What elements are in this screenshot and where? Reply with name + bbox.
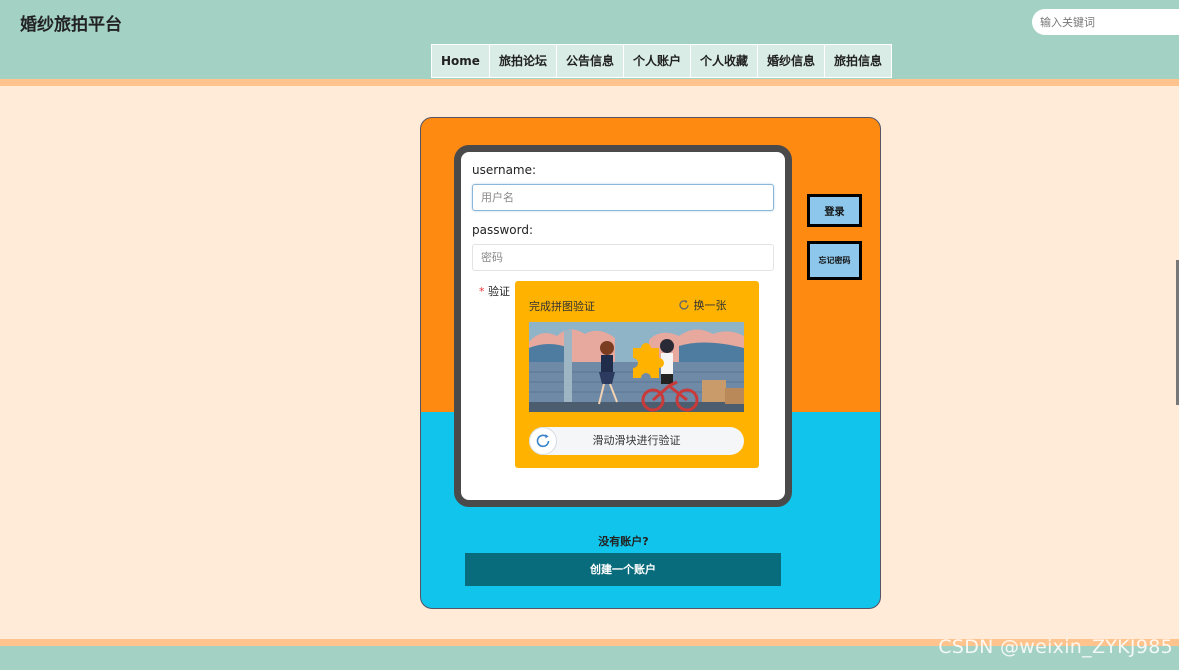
verify-label-group: * 验证 xyxy=(479,283,510,299)
no-account-text: 没有账户? xyxy=(598,535,649,548)
username-label: username: xyxy=(472,163,537,177)
nav-travel-photo-info[interactable]: 旅拍信息 xyxy=(825,45,891,77)
watermark: CSDN @weixin_ZYKJ985 xyxy=(938,636,1173,658)
refresh-icon xyxy=(536,434,550,448)
login-button[interactable]: 登录 xyxy=(807,194,862,227)
header-bar: 婚纱旅拍平台 Home 旅拍论坛 公告信息 个人账户 个人收藏 婚纱信息 旅拍信… xyxy=(0,0,1179,79)
puzzle-captcha: 完成拼图验证 换一张 滑动滑块进行验证 xyxy=(515,281,759,468)
nav-travel-forum[interactable]: 旅拍论坛 xyxy=(490,45,557,77)
captcha-illustration xyxy=(529,322,744,412)
nav-home[interactable]: Home xyxy=(432,45,490,77)
password-input[interactable] xyxy=(472,244,774,271)
header-stripe xyxy=(0,79,1179,86)
password-label: password: xyxy=(472,223,534,237)
nav-favorites[interactable]: 个人收藏 xyxy=(691,45,758,77)
nav-personal-account[interactable]: 个人账户 xyxy=(624,45,691,77)
username-input[interactable] xyxy=(472,184,774,211)
forgot-password-button[interactable]: 忘记密码 xyxy=(807,241,862,280)
slider-handle[interactable] xyxy=(529,427,557,455)
required-mark: * xyxy=(479,285,485,298)
refresh-icon xyxy=(679,299,689,310)
slider-hint-text: 滑动滑块进行验证 xyxy=(592,434,681,447)
captcha-title: 完成拼图验证 xyxy=(529,300,595,313)
captcha-image xyxy=(529,322,744,412)
login-card: username: password: * 验证 完成拼图验证 换一张 xyxy=(454,145,792,507)
verify-label: 验证 xyxy=(488,285,510,298)
captcha-slider-track: 滑动滑块进行验证 xyxy=(529,427,744,455)
captcha-refresh-button[interactable]: 换一张 xyxy=(678,297,727,313)
main-nav: Home 旅拍论坛 公告信息 个人账户 个人收藏 婚纱信息 旅拍信息 xyxy=(431,44,893,78)
site-title: 婚纱旅拍平台 xyxy=(20,15,122,35)
search-input[interactable] xyxy=(1032,9,1179,35)
nav-wedding-dress-info[interactable]: 婚纱信息 xyxy=(758,45,826,77)
nav-announcements[interactable]: 公告信息 xyxy=(557,45,624,77)
create-account-button[interactable]: 创建一个账户 xyxy=(465,553,781,586)
captcha-refresh-label: 换一张 xyxy=(693,299,727,312)
